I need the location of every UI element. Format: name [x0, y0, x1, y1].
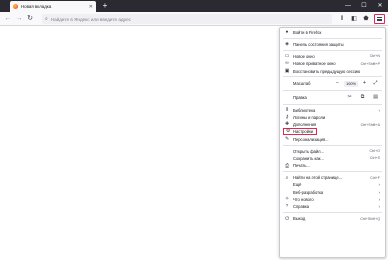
menu-item-restore-session[interactable]: ▣ Восстановить предыдущую сессию — [282, 67, 383, 74]
help-icon: ? — [285, 204, 289, 210]
separator — [283, 76, 382, 78]
zoom-out-button[interactable]: − — [333, 80, 342, 87]
menu-item-exit[interactable]: ⏻ Выход Ctrl+Shift+Q — [282, 215, 383, 222]
menu-item-customize[interactable]: ✎ Персонализация... — [282, 136, 383, 143]
menu-item-logins[interactable]: ⚷ Логины и пароли — [282, 114, 383, 121]
chevron-right-icon: › — [378, 107, 381, 113]
menu-item-save-as[interactable]: Сохранить как... Ctrl+S — [282, 155, 383, 162]
copy-icon[interactable]: ⧉ — [361, 94, 365, 100]
tab-new-tab[interactable]: Новая вкладка ✕ — [10, 1, 96, 12]
menu-item-new-window[interactable]: ▭ Новое окно Ctrl+N — [282, 53, 383, 60]
menu-item-print[interactable]: ⎙ Печать... — [282, 162, 383, 169]
separator — [283, 38, 382, 40]
power-icon: ⏻ — [285, 216, 289, 222]
menu-item-library[interactable]: ⫴ Библиотека › — [282, 106, 383, 114]
library-icon[interactable]: ⫴ — [337, 14, 347, 24]
separator — [283, 90, 382, 92]
maximize-button[interactable]: ☐ — [356, 0, 372, 12]
tab-title: Новая вкладка — [21, 4, 52, 9]
search-icon: ⌕ — [285, 175, 289, 181]
zoom-controls: − 100% + ⤢ — [333, 80, 380, 87]
gear-icon: ⚙ — [285, 129, 291, 135]
url-input[interactable] — [50, 16, 311, 22]
chevron-right-icon: › — [378, 197, 381, 203]
sidebar-icon[interactable]: ◧ — [349, 14, 359, 24]
separator — [283, 171, 382, 173]
menu-item-signin[interactable]: ● Войти в Firefox — [282, 29, 383, 36]
separator — [283, 212, 382, 214]
toolbar-right: ⫴ ◧ ⬟ — [335, 14, 385, 24]
extension-icon[interactable]: ⬟ — [361, 14, 371, 24]
menu-item-edit: Правка ✂ ⧉ ▤ — [293, 94, 378, 101]
navigation-toolbar: ← → ↻ ⌕ ⫴ ◧ ⬟ — [0, 12, 388, 26]
fullscreen-icon[interactable]: ⤢ — [371, 80, 380, 87]
separator — [283, 49, 382, 51]
tab-strip: Новая вкладка ✕ + — ☐ ✕ — [0, 0, 388, 12]
gift-icon: ✧ — [284, 197, 290, 203]
account-icon: ● — [285, 30, 289, 36]
menu-item-addons[interactable]: ✚ Дополнения Ctrl+Shift+A — [282, 121, 383, 128]
private-mask-icon: ∞ — [285, 61, 289, 67]
menu-item-web-dev[interactable]: Веб-разработка › — [282, 189, 383, 196]
close-window-button[interactable]: ✕ — [372, 0, 388, 12]
menu-item-open-file[interactable]: Открыть файл... Ctrl+O — [282, 148, 383, 155]
menu-item-more[interactable]: Ещё › — [282, 181, 383, 188]
separator — [283, 144, 382, 146]
shield-icon: ◈ — [285, 42, 289, 48]
menu-item-protection[interactable]: ◈ Панель состояния защиты — [282, 41, 383, 48]
menu-item-find[interactable]: ⌕ Найти на этой странице... Ctrl+F — [282, 174, 383, 181]
cut-icon[interactable]: ✂ — [347, 94, 351, 100]
new-tab-button[interactable]: + — [100, 1, 110, 11]
menu-item-whats-new[interactable]: ✧ Что нового › — [282, 196, 383, 203]
paste-icon[interactable]: ▤ — [373, 94, 378, 100]
restore-icon: ▣ — [284, 68, 290, 74]
key-icon: ⚷ — [285, 114, 289, 120]
puzzle-icon: ✚ — [284, 122, 290, 128]
menu-item-help[interactable]: ? Справка › — [282, 203, 383, 210]
forward-button[interactable]: → — [14, 14, 24, 24]
menu-item-private-window[interactable]: ∞ Новое приватное окно Ctrl+Shift+P — [282, 60, 383, 67]
app-menu-button[interactable] — [374, 14, 385, 24]
chevron-right-icon: › — [378, 204, 381, 210]
address-bar[interactable]: ⌕ — [42, 14, 332, 24]
minimize-button[interactable]: — — [340, 0, 356, 12]
chevron-right-icon: › — [378, 182, 381, 188]
back-button[interactable]: ← — [3, 14, 13, 24]
paintbrush-icon: ✎ — [284, 136, 290, 142]
menu-item-zoom: Масштаб − 100% + ⤢ — [282, 79, 383, 88]
separator — [283, 103, 382, 105]
printer-icon: ⎙ — [285, 163, 289, 169]
settings-highlight-box: ⚙ Настройки — [283, 128, 318, 136]
library-icon: ⫴ — [285, 108, 288, 114]
menu-item-settings[interactable]: ⚙ Настройки — [282, 128, 383, 136]
new-window-icon: ▭ — [284, 53, 290, 59]
window-controls: — ☐ ✕ — [340, 0, 388, 12]
zoom-reset-button[interactable]: 100% — [344, 80, 358, 87]
app-menu-panel: ● Войти в Firefox ◈ Панель состояния защ… — [279, 27, 386, 258]
firefox-icon — [13, 4, 18, 9]
tab-close-icon[interactable]: ✕ — [89, 4, 93, 10]
search-icon: ⌕ — [45, 16, 48, 22]
reload-button[interactable]: ↻ — [25, 14, 35, 24]
zoom-in-button[interactable]: + — [360, 80, 369, 87]
edit-controls: ✂ ⧉ ▤ — [347, 94, 378, 100]
chevron-right-icon: › — [378, 189, 381, 195]
